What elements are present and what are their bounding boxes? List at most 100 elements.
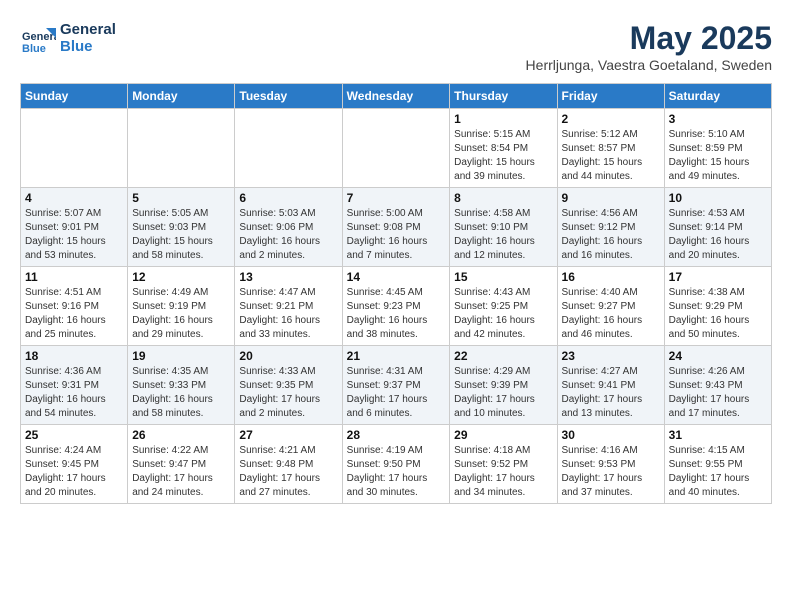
day-number: 25 [25,428,123,442]
cell-info: Sunrise: 4:35 AM Sunset: 9:33 PM Dayligh… [132,365,230,421]
cell-info: Sunrise: 4:33 AM Sunset: 9:35 PM Dayligh… [239,365,337,421]
day-number: 7 [347,191,446,205]
cell-info: Sunrise: 5:00 AM Sunset: 9:08 PM Dayligh… [347,207,446,263]
day-number: 22 [454,349,552,363]
day-number: 4 [25,191,123,205]
calendar-table: SundayMondayTuesdayWednesdayThursdayFrid… [20,83,772,504]
cell-info: Sunrise: 5:15 AM Sunset: 8:54 PM Dayligh… [454,128,552,184]
day-number: 31 [669,428,767,442]
calendar-cell: 16Sunrise: 4:40 AM Sunset: 9:27 PM Dayli… [557,267,664,346]
cell-info: Sunrise: 4:18 AM Sunset: 9:52 PM Dayligh… [454,444,552,500]
header-wednesday: Wednesday [342,84,450,109]
cell-info: Sunrise: 4:43 AM Sunset: 9:25 PM Dayligh… [454,286,552,342]
calendar-cell: 12Sunrise: 4:49 AM Sunset: 9:19 PM Dayli… [128,267,235,346]
cell-info: Sunrise: 5:07 AM Sunset: 9:01 PM Dayligh… [25,207,123,263]
calendar-cell: 18Sunrise: 4:36 AM Sunset: 9:31 PM Dayli… [21,346,128,425]
day-number: 12 [132,270,230,284]
day-number: 17 [669,270,767,284]
cell-info: Sunrise: 4:16 AM Sunset: 9:53 PM Dayligh… [562,444,660,500]
header-tuesday: Tuesday [235,84,342,109]
calendar-cell: 13 Sunrise: 4:47 AM Sunset: 9:21 PM Dayli… [235,267,342,346]
cell-info: Sunrise: 4:15 AM Sunset: 9:55 PM Dayligh… [669,444,767,500]
page-header: General Blue General Blue May 2025 Herrl… [20,20,772,73]
calendar-cell [128,109,235,188]
cell-info: Sunrise: 4:21 AM Sunset: 9:48 PM Dayligh… [239,444,337,500]
cell-info: Sunrise: 4:26 AM Sunset: 9:43 PM Dayligh… [669,365,767,421]
logo-line1: General [60,21,116,38]
day-number: 2 [562,112,660,126]
calendar-cell: 17Sunrise: 4:38 AM Sunset: 9:29 PM Dayli… [664,267,771,346]
logo-line2: Blue [60,38,116,55]
calendar-cell: 19 Sunrise: 4:35 AM Sunset: 9:33 PM Dayli… [128,346,235,425]
day-number: 13 [239,270,337,284]
day-number: 6 [239,191,337,205]
calendar-cell: 26Sunrise: 4:22 AM Sunset: 9:47 PM Dayli… [128,425,235,504]
week-row-2: 4 Sunrise: 5:07 AM Sunset: 9:01 PM Daylig… [21,188,772,267]
cell-info: Sunrise: 4:56 AM Sunset: 9:12 PM Dayligh… [562,207,660,263]
day-number: 14 [347,270,446,284]
day-number: 8 [454,191,552,205]
day-number: 30 [562,428,660,442]
calendar-cell: 2 Sunrise: 5:12 AM Sunset: 8:57 PM Daylig… [557,109,664,188]
day-number: 3 [669,112,767,126]
location: Herrljunga, Vaestra Goetaland, Sweden [526,57,772,73]
day-number: 20 [239,349,337,363]
cell-info: Sunrise: 4:47 AM Sunset: 9:21 PM Dayligh… [239,286,337,342]
day-number: 29 [454,428,552,442]
day-number: 9 [562,191,660,205]
calendar-header-row: SundayMondayTuesdayWednesdayThursdayFrid… [21,84,772,109]
day-number: 24 [669,349,767,363]
header-thursday: Thursday [450,84,557,109]
day-number: 19 [132,349,230,363]
header-saturday: Saturday [664,84,771,109]
week-row-4: 18Sunrise: 4:36 AM Sunset: 9:31 PM Dayli… [21,346,772,425]
cell-info: Sunrise: 4:27 AM Sunset: 9:41 PM Dayligh… [562,365,660,421]
calendar-cell: 21Sunrise: 4:31 AM Sunset: 9:37 PM Dayli… [342,346,450,425]
calendar-cell: 4 Sunrise: 5:07 AM Sunset: 9:01 PM Daylig… [21,188,128,267]
week-row-1: 1 Sunrise: 5:15 AM Sunset: 8:54 PM Daylig… [21,109,772,188]
calendar-cell [342,109,450,188]
header-monday: Monday [128,84,235,109]
day-number: 15 [454,270,552,284]
cell-info: Sunrise: 4:53 AM Sunset: 9:14 PM Dayligh… [669,207,767,263]
week-row-3: 11Sunrise: 4:51 AM Sunset: 9:16 PM Dayli… [21,267,772,346]
day-number: 27 [239,428,337,442]
calendar-cell [21,109,128,188]
day-number: 1 [454,112,552,126]
calendar-cell: 8Sunrise: 4:58 AM Sunset: 9:10 PM Daylig… [450,188,557,267]
cell-info: Sunrise: 5:05 AM Sunset: 9:03 PM Dayligh… [132,207,230,263]
day-number: 11 [25,270,123,284]
calendar-cell: 30 Sunrise: 4:16 AM Sunset: 9:53 PM Dayli… [557,425,664,504]
day-number: 28 [347,428,446,442]
cell-info: Sunrise: 4:36 AM Sunset: 9:31 PM Dayligh… [25,365,123,421]
calendar-cell: 7 Sunrise: 5:00 AM Sunset: 9:08 PM Daylig… [342,188,450,267]
svg-text:Blue: Blue [22,43,46,55]
calendar-cell: 27 Sunrise: 4:21 AM Sunset: 9:48 PM Dayli… [235,425,342,504]
cell-info: Sunrise: 5:10 AM Sunset: 8:59 PM Dayligh… [669,128,767,184]
calendar-cell: 28 Sunrise: 4:19 AM Sunset: 9:50 PM Dayli… [342,425,450,504]
cell-info: Sunrise: 4:29 AM Sunset: 9:39 PM Dayligh… [454,365,552,421]
calendar-cell: 24 Sunrise: 4:26 AM Sunset: 9:43 PM Dayli… [664,346,771,425]
calendar-cell: 11Sunrise: 4:51 AM Sunset: 9:16 PM Dayli… [21,267,128,346]
cell-info: Sunrise: 4:45 AM Sunset: 9:23 PM Dayligh… [347,286,446,342]
week-row-5: 25 Sunrise: 4:24 AM Sunset: 9:45 PM Dayli… [21,425,772,504]
day-number: 5 [132,191,230,205]
day-number: 10 [669,191,767,205]
cell-info: Sunrise: 4:19 AM Sunset: 9:50 PM Dayligh… [347,444,446,500]
month-title: May 2025 [526,20,772,57]
calendar-cell: 3 Sunrise: 5:10 AM Sunset: 8:59 PM Daylig… [664,109,771,188]
calendar-cell: 14 Sunrise: 4:45 AM Sunset: 9:23 PM Dayli… [342,267,450,346]
calendar-cell: 23Sunrise: 4:27 AM Sunset: 9:41 PM Dayli… [557,346,664,425]
calendar-cell: 15 Sunrise: 4:43 AM Sunset: 9:25 PM Dayli… [450,267,557,346]
calendar-cell: 22 Sunrise: 4:29 AM Sunset: 9:39 PM Dayli… [450,346,557,425]
cell-info: Sunrise: 4:24 AM Sunset: 9:45 PM Dayligh… [25,444,123,500]
calendar-cell: 31 Sunrise: 4:15 AM Sunset: 9:55 PM Dayli… [664,425,771,504]
title-block: May 2025 Herrljunga, Vaestra Goetaland, … [526,20,772,73]
day-number: 26 [132,428,230,442]
calendar-cell: 1 Sunrise: 5:15 AM Sunset: 8:54 PM Daylig… [450,109,557,188]
day-number: 21 [347,349,446,363]
day-number: 16 [562,270,660,284]
calendar-cell: 6Sunrise: 5:03 AM Sunset: 9:06 PM Daylig… [235,188,342,267]
calendar-cell: 10 Sunrise: 4:53 AM Sunset: 9:14 PM Dayli… [664,188,771,267]
cell-info: Sunrise: 5:12 AM Sunset: 8:57 PM Dayligh… [562,128,660,184]
